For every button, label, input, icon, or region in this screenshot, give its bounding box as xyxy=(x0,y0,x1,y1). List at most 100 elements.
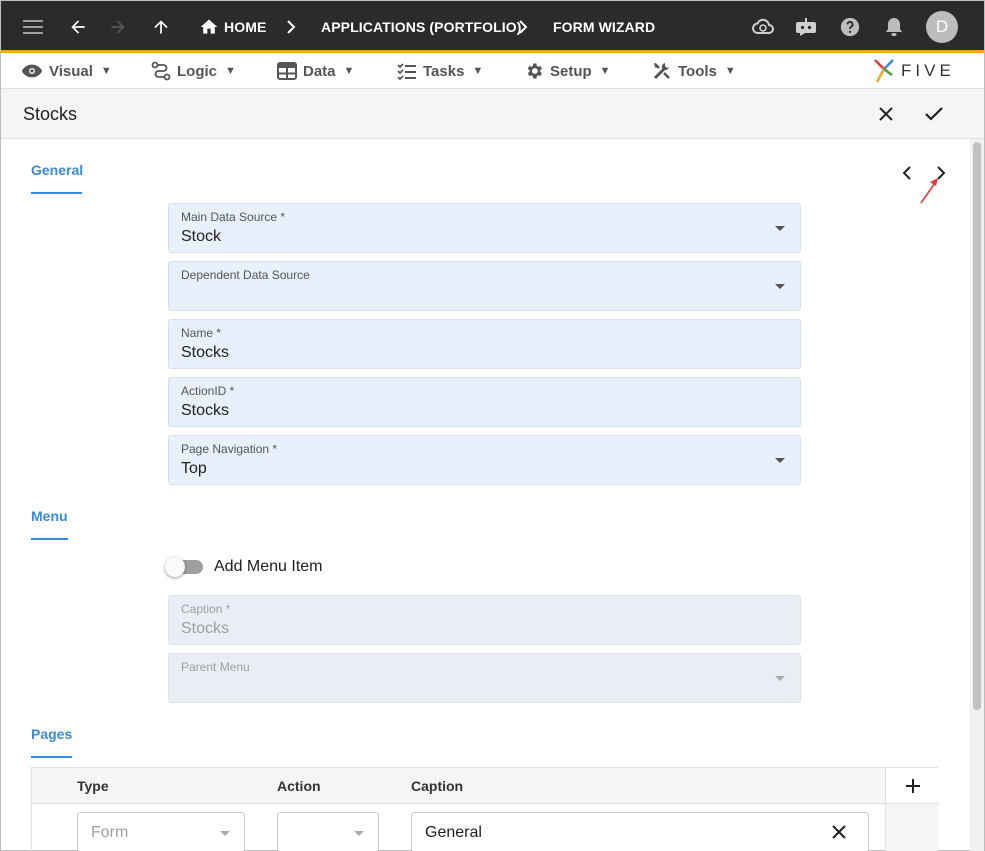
flow-icon xyxy=(151,61,171,81)
caret-down-icon: ▼ xyxy=(724,65,736,77)
page-navigation-select[interactable]: Page Navigation * Top xyxy=(168,435,801,485)
help-icon[interactable] xyxy=(838,1,862,53)
page-type-select[interactable]: Form xyxy=(77,812,245,851)
section-general-label: General xyxy=(31,162,84,178)
up-arrow-icon[interactable] xyxy=(150,1,172,53)
caret-down-icon xyxy=(775,458,785,463)
caret-down-icon: ▼ xyxy=(225,65,236,77)
menu-tasks-label: Tasks xyxy=(423,62,465,80)
caret-down-icon xyxy=(220,831,230,836)
menu-logic-label: Logic xyxy=(177,62,217,80)
plus-icon xyxy=(905,778,920,793)
save-button[interactable] xyxy=(918,89,950,139)
section-pages-underline xyxy=(31,756,72,758)
add-menu-item-label: Add Menu Item xyxy=(214,558,323,575)
menu-visual-label: Visual xyxy=(49,62,93,80)
name-field[interactable]: Name * Stocks xyxy=(168,319,801,369)
section-general-underline xyxy=(31,192,82,194)
pages-table: Type Action Caption Form General xyxy=(31,767,939,851)
scrollbar-thumb[interactable] xyxy=(973,142,981,710)
caret-down-icon xyxy=(354,831,364,836)
field-label: Page Navigation * xyxy=(181,442,278,456)
add-page-button[interactable] xyxy=(886,768,939,804)
field-label: Parent Menu xyxy=(181,660,250,674)
action-id-field[interactable]: ActionID * Stocks xyxy=(168,377,801,427)
column-header-caption: Caption xyxy=(411,778,464,794)
form-title-bar: Stocks xyxy=(1,89,984,139)
column-header-action: Action xyxy=(277,778,321,794)
forward-arrow-icon[interactable] xyxy=(107,1,129,53)
checklist-icon xyxy=(397,63,416,80)
menu-logic[interactable]: Logic ▼ xyxy=(151,53,236,89)
menu-data-label: Data xyxy=(303,62,336,80)
breadcrumb-applications[interactable]: APPLICATIONS (PORTFOLIO) xyxy=(321,1,521,53)
menu-setup[interactable]: Setup ▼ xyxy=(524,53,611,89)
annotation-arrow-icon xyxy=(920,178,938,204)
menu-data[interactable]: Data ▼ xyxy=(277,53,354,89)
main-data-source-select[interactable]: Main Data Source * Stock xyxy=(168,203,801,253)
dependent-data-source-select[interactable]: Dependent Data Source xyxy=(168,261,801,311)
field-value: Top xyxy=(181,460,207,477)
menu-setup-label: Setup xyxy=(550,62,592,80)
clear-icon[interactable] xyxy=(832,825,846,839)
field-label: ActionID * xyxy=(181,384,235,398)
cancel-button[interactable] xyxy=(870,89,902,139)
five-logo: FIVE xyxy=(873,56,955,86)
field-label: Dependent Data Source xyxy=(181,268,310,282)
caret-down-icon: ▼ xyxy=(343,65,355,77)
logo-text: FIVE xyxy=(901,61,955,80)
caret-down-icon xyxy=(775,676,785,681)
home-icon[interactable] xyxy=(198,1,220,53)
avatar[interactable]: D xyxy=(926,11,958,43)
main-menu-bar: Visual ▼ Logic ▼ Data ▼ Tasks ▼ Setup ▼ Tools… xyxy=(1,53,984,89)
caption-value: General xyxy=(425,824,482,841)
field-label: Caption * xyxy=(181,602,231,616)
caret-down-icon: ▼ xyxy=(472,65,484,77)
field-label: Main Data Source * xyxy=(181,210,286,224)
add-column xyxy=(885,768,939,851)
chat-bot-icon[interactable] xyxy=(793,1,819,53)
section-menu-underline xyxy=(31,538,68,540)
five-logo-mark-icon xyxy=(874,59,894,83)
chevron-right-icon xyxy=(283,1,299,53)
type-placeholder: Form xyxy=(91,824,129,841)
back-arrow-icon[interactable] xyxy=(67,1,89,53)
field-value: Stocks xyxy=(181,344,230,361)
menu-tools-label: Tools xyxy=(678,62,717,80)
page-title: Stocks xyxy=(23,103,78,124)
section-menu-label: Menu xyxy=(31,508,68,524)
column-header-type: Type xyxy=(77,778,109,794)
section-pages-label: Pages xyxy=(31,726,73,742)
previous-page-button[interactable] xyxy=(897,161,917,185)
page-caption-input[interactable]: General xyxy=(411,812,869,851)
breadcrumb-home[interactable]: HOME xyxy=(224,1,266,53)
menu-tasks[interactable]: Tasks ▼ xyxy=(397,53,483,89)
field-value: Stocks xyxy=(181,402,230,419)
add-menu-item-toggle-knob[interactable] xyxy=(165,557,185,577)
table-header: Type Action Caption xyxy=(32,768,937,804)
caret-down-icon xyxy=(775,226,785,231)
caret-down-icon: ▼ xyxy=(100,65,112,77)
notification-bell-icon[interactable] xyxy=(883,1,905,53)
menu-caption-field: Caption * Stocks xyxy=(168,595,801,645)
chevron-left-icon xyxy=(902,166,911,180)
cloud-sync-icon[interactable] xyxy=(750,1,776,53)
eye-icon xyxy=(21,64,43,78)
wizard-content: General Main Data Source * Stock Depende… xyxy=(1,139,970,851)
field-value: Stocks xyxy=(181,620,230,637)
top-bar: HOME APPLICATIONS (PORTFOLIO) FORM WIZAR… xyxy=(1,1,984,53)
caret-down-icon: ▼ xyxy=(599,65,611,77)
menu-visual[interactable]: Visual ▼ xyxy=(21,53,112,89)
gear-icon xyxy=(527,63,542,79)
close-icon xyxy=(879,107,893,121)
check-icon xyxy=(925,107,943,121)
breadcrumb-form-wizard: FORM WIZARD xyxy=(553,19,656,35)
menu-tools[interactable]: Tools ▼ xyxy=(652,53,736,89)
hamburger-menu-icon[interactable] xyxy=(21,1,47,53)
caret-down-icon xyxy=(775,284,785,289)
field-value: Stock xyxy=(181,228,222,245)
field-label: Name * xyxy=(181,326,222,340)
parent-menu-select: Parent Menu xyxy=(168,653,801,703)
chevron-right-icon xyxy=(515,1,531,53)
page-action-select[interactable] xyxy=(277,812,379,851)
